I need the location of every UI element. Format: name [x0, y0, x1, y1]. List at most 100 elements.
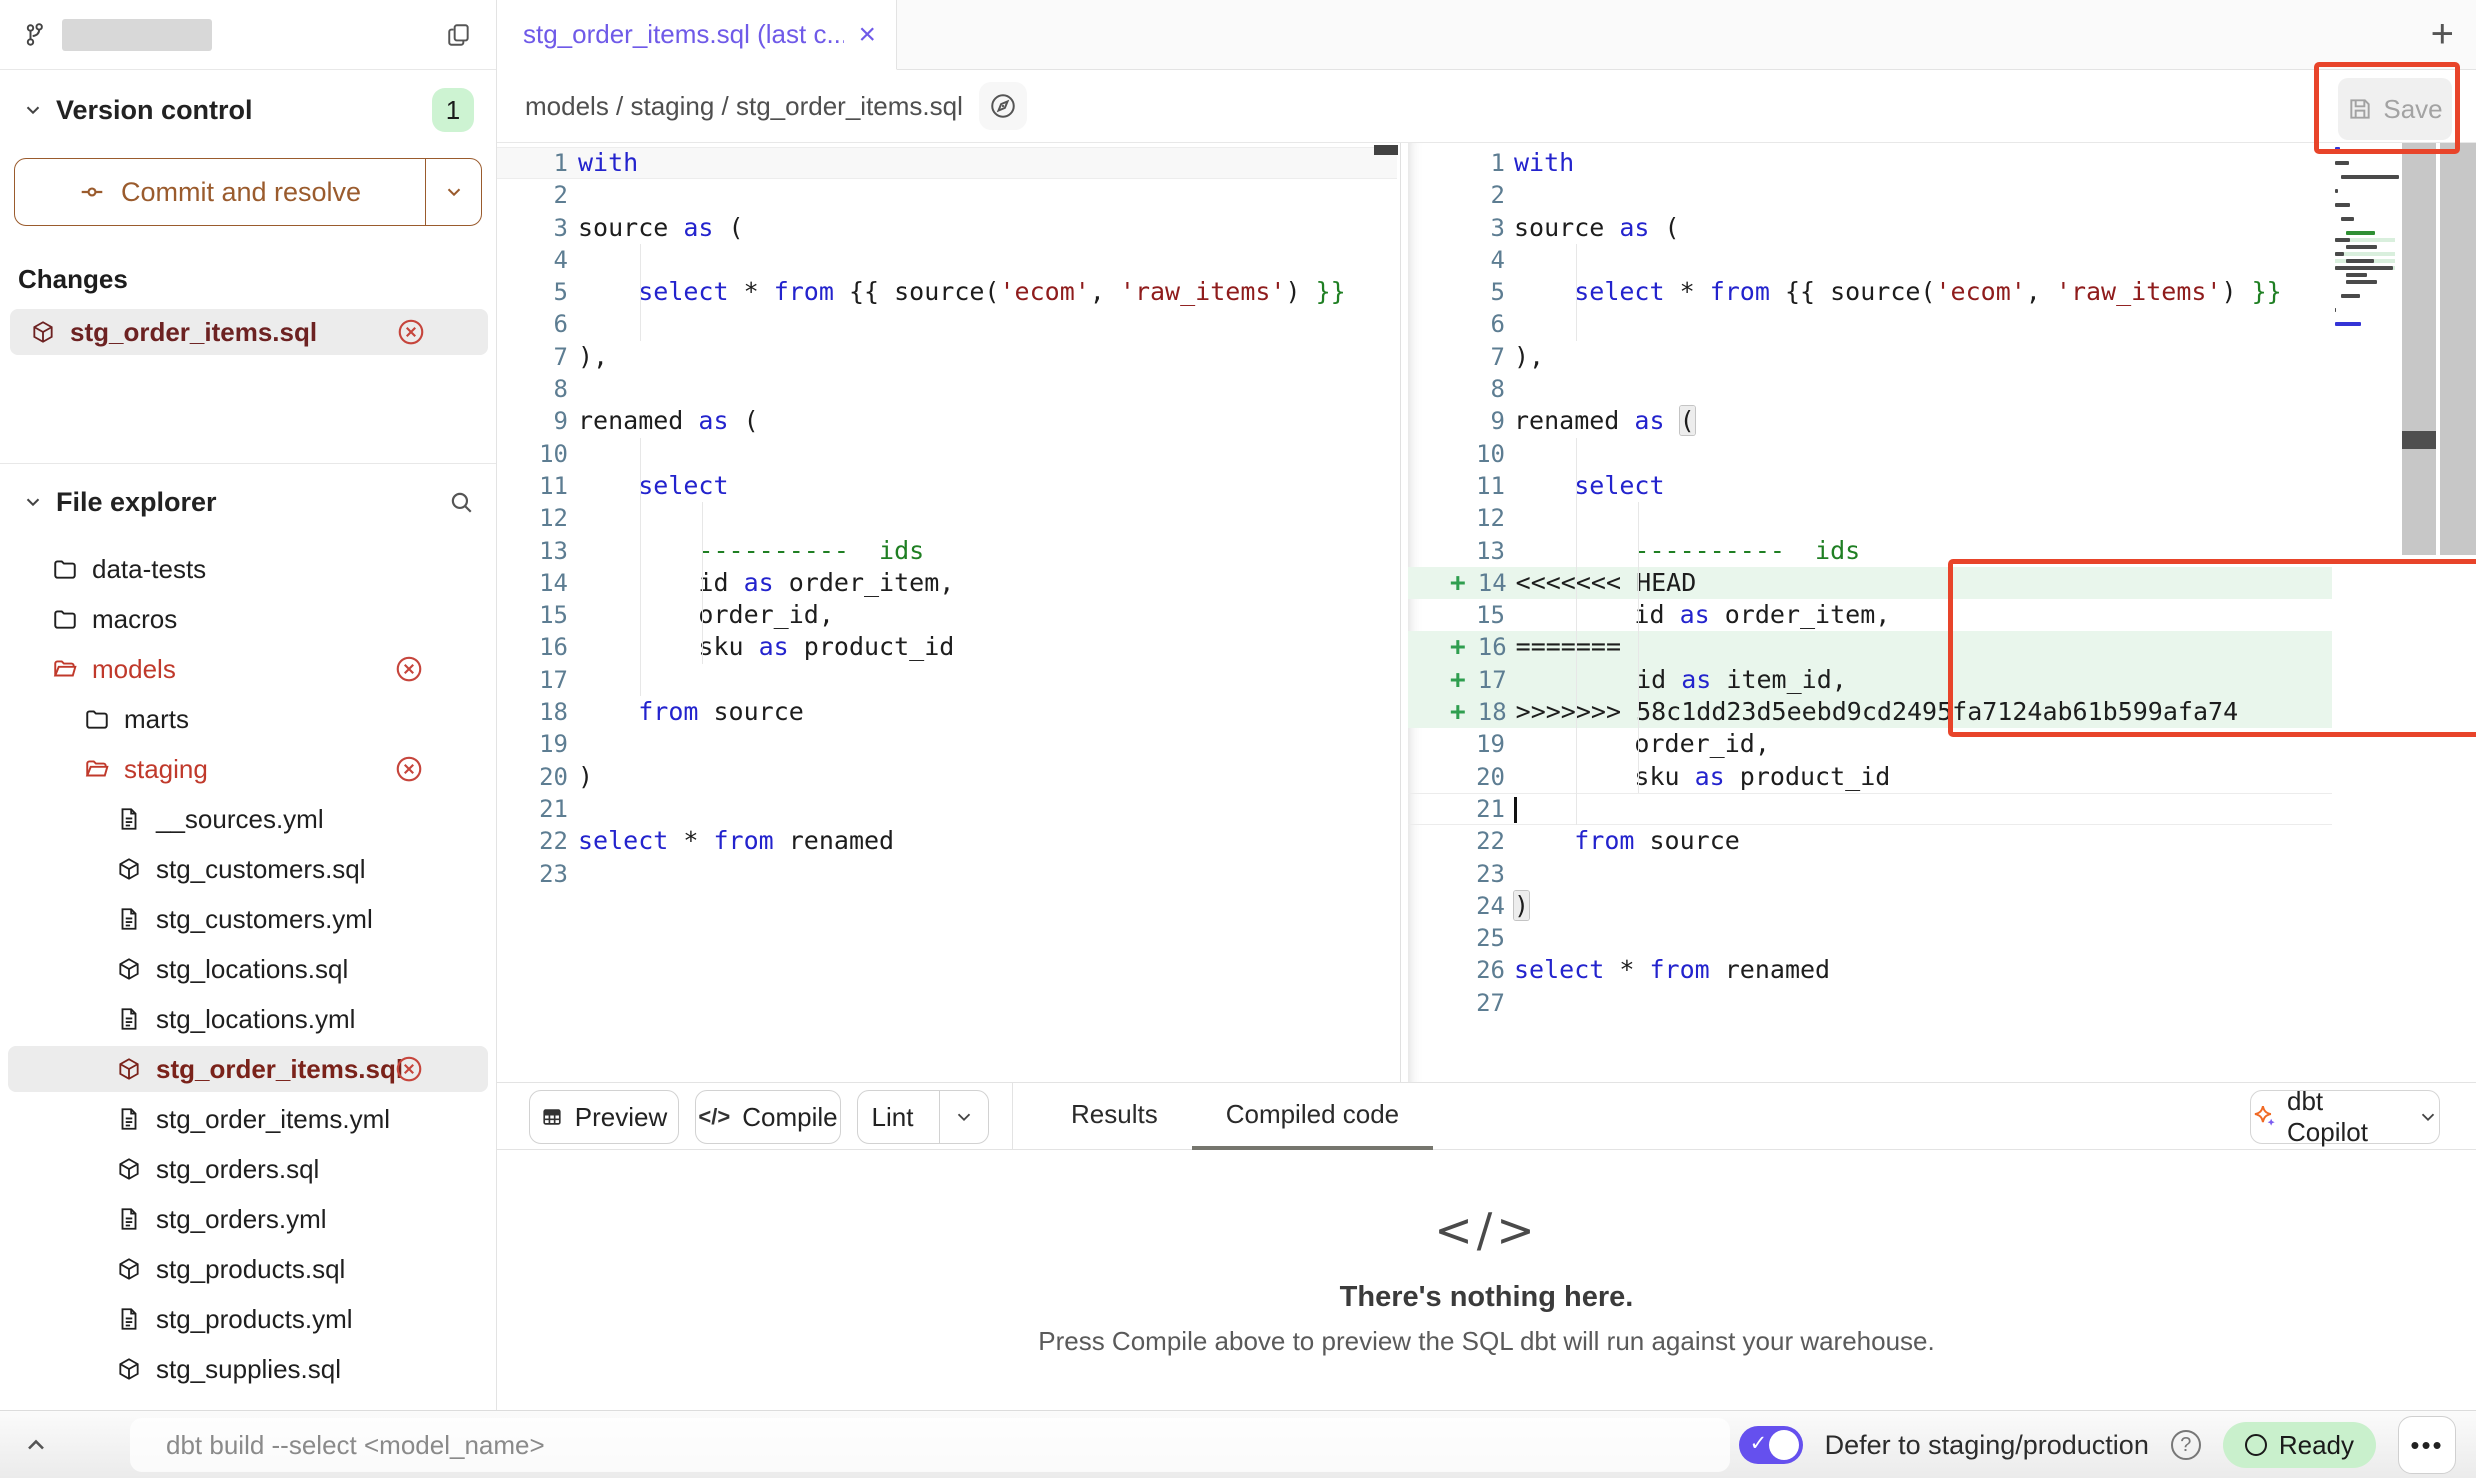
left-pane-scrollbar-handle[interactable]: [1374, 145, 1398, 155]
commit-and-resolve-button[interactable]: Commit and resolve: [14, 158, 482, 226]
tree-item-stg-customers-yml[interactable]: stg_customers.yml: [8, 896, 488, 942]
tree-item-stg-supplies-sql[interactable]: stg_supplies.sql: [8, 1346, 488, 1392]
minimap[interactable]: [2335, 147, 2395, 336]
code-line-18[interactable]: 18 from source: [497, 696, 1397, 728]
lint-options-dropdown[interactable]: [939, 1091, 988, 1143]
status-badge[interactable]: Ready: [2223, 1422, 2376, 1468]
tree-item-data-tests[interactable]: data-tests: [8, 546, 488, 592]
code-line-14[interactable]: 14 id as order_item,: [497, 567, 1397, 599]
branch-name-placeholder[interactable]: [62, 19, 212, 51]
code-line-20[interactable]: 20 sku as product_id: [1408, 761, 2332, 793]
command-input[interactable]: [130, 1418, 1730, 1472]
code-line-10[interactable]: 10: [1408, 438, 2332, 470]
tree-item-models[interactable]: models: [8, 646, 488, 692]
code-line-2[interactable]: 2: [497, 179, 1397, 211]
tree-item-stg-locations-sql[interactable]: stg_locations.sql: [8, 946, 488, 992]
tab-compiled-code[interactable]: Compiled code: [1192, 1083, 1433, 1150]
code-line-3[interactable]: 3source as (: [1408, 212, 2332, 244]
save-button[interactable]: Save: [2338, 78, 2452, 140]
new-tab-button[interactable]: +: [2431, 14, 2454, 54]
code-line-9[interactable]: 9renamed as (: [497, 405, 1397, 437]
code-line-4[interactable]: 4: [1408, 244, 2332, 276]
tree-item-stg-products-yml[interactable]: stg_products.yml: [8, 1296, 488, 1342]
modified-x-icon[interactable]: [394, 754, 424, 784]
code-line-23[interactable]: 23: [1408, 858, 2332, 890]
code-line-6[interactable]: 6: [497, 308, 1397, 340]
modified-x-icon[interactable]: [396, 317, 426, 347]
code-line-19[interactable]: 19: [497, 728, 1397, 760]
code-line-13[interactable]: 13 ---------- ids: [497, 535, 1397, 567]
editor-pane-left[interactable]: 1with23source as (45 select * from {{ so…: [497, 143, 1397, 1082]
code-line-9[interactable]: 9renamed as (: [1408, 405, 2332, 437]
file-explorer-header[interactable]: File explorer: [0, 476, 496, 528]
code-line-22[interactable]: 22select * from renamed: [497, 825, 1397, 857]
code-line-11[interactable]: 11 select: [497, 470, 1397, 502]
editor-pane-right[interactable]: 1with23source as (45 select * from {{ so…: [1408, 143, 2332, 1082]
tree-item-macros[interactable]: macros: [8, 596, 488, 642]
code-line-6[interactable]: 6: [1408, 308, 2332, 340]
dbt-copilot-button[interactable]: dbt Copilot: [2250, 1090, 2440, 1144]
code-line-8[interactable]: 8: [1408, 373, 2332, 405]
code-line-5[interactable]: 5 select * from {{ source('ecom', 'raw_i…: [497, 276, 1397, 308]
code-line-18[interactable]: +18>>>>>>> 58c1dd23d5eebd9cd2495fa7124ab…: [1408, 696, 2332, 728]
code-line-21[interactable]: 21: [1408, 793, 2332, 825]
tree-item-stg-orders-yml[interactable]: stg_orders.yml: [8, 1196, 488, 1242]
changed-file-row[interactable]: stg_order_items.sql: [10, 309, 488, 355]
tree-item-staging[interactable]: staging: [8, 746, 488, 792]
git-branch-icon[interactable]: [24, 22, 50, 48]
tree-item-stg-order-items-sql[interactable]: stg_order_items.sql: [8, 1046, 488, 1092]
tree-item-stg-order-items-yml[interactable]: stg_order_items.yml: [8, 1096, 488, 1142]
code-line-12[interactable]: 12: [497, 502, 1397, 534]
tree-item-stg-products-sql[interactable]: stg_products.sql: [8, 1246, 488, 1292]
lint-button[interactable]: Lint: [857, 1090, 989, 1144]
commit-options-dropdown[interactable]: [425, 159, 481, 225]
search-icon[interactable]: [448, 489, 474, 515]
code-line-1[interactable]: 1with: [1408, 147, 2332, 179]
code-line-12[interactable]: 12: [1408, 502, 2332, 534]
tree-item-marts[interactable]: marts: [8, 696, 488, 742]
tree-item--sources-yml[interactable]: __sources.yml: [8, 796, 488, 842]
editor-scrollbar[interactable]: [2402, 143, 2436, 555]
code-line-4[interactable]: 4: [497, 244, 1397, 276]
code-line-23[interactable]: 23: [497, 858, 1397, 890]
code-line-17[interactable]: 17: [497, 664, 1397, 696]
modified-x-icon[interactable]: [394, 1054, 424, 1084]
editor-scrollbar-handle[interactable]: [2402, 431, 2436, 449]
copy-icon[interactable]: [446, 22, 472, 48]
code-line-25[interactable]: 25: [1408, 922, 2332, 954]
code-line-13[interactable]: 13 ---------- ids: [1408, 535, 2332, 567]
code-line-14[interactable]: +14<<<<<<< HEAD: [1408, 567, 2332, 599]
tab-results[interactable]: Results: [1037, 1083, 1192, 1150]
code-line-10[interactable]: 10: [497, 438, 1397, 470]
window-scrollbar[interactable]: [2440, 143, 2476, 555]
preview-button[interactable]: Preview: [529, 1090, 679, 1144]
code-line-8[interactable]: 8: [497, 373, 1397, 405]
modified-x-icon[interactable]: [394, 654, 424, 684]
code-line-15[interactable]: 15 order_id,: [497, 599, 1397, 631]
code-line-11[interactable]: 11 select: [1408, 470, 2332, 502]
compile-button[interactable]: </> Compile: [695, 1090, 841, 1144]
code-line-5[interactable]: 5 select * from {{ source('ecom', 'raw_i…: [1408, 276, 2332, 308]
code-line-17[interactable]: +17 id as item_id,: [1408, 664, 2332, 696]
code-line-21[interactable]: 21: [497, 793, 1397, 825]
code-line-16[interactable]: 16 sku as product_id: [497, 631, 1397, 663]
code-line-24[interactable]: 24): [1408, 890, 2332, 922]
code-line-20[interactable]: 20): [497, 761, 1397, 793]
overflow-menu-button[interactable]: •••: [2398, 1416, 2456, 1474]
code-line-16[interactable]: +16=======: [1408, 631, 2332, 663]
chevron-up-icon[interactable]: [22, 1431, 50, 1464]
tree-item-stg-customers-sql[interactable]: stg_customers.sql: [8, 846, 488, 892]
code-line-15[interactable]: 15 id as order_item,: [1408, 599, 2332, 631]
code-line-3[interactable]: 3source as (: [497, 212, 1397, 244]
code-line-22[interactable]: 22 from source: [1408, 825, 2332, 857]
code-line-2[interactable]: 2: [1408, 179, 2332, 211]
version-control-header[interactable]: Version control 1: [0, 84, 496, 136]
code-line-26[interactable]: 26select * from renamed: [1408, 954, 2332, 986]
tab-stg-order-items[interactable]: stg_order_items.sql (last c... ×: [497, 0, 897, 70]
lineage-button[interactable]: [979, 82, 1027, 130]
code-line-19[interactable]: 19 order_id,: [1408, 728, 2332, 760]
tree-item-stg-orders-sql[interactable]: stg_orders.sql: [8, 1146, 488, 1192]
close-icon[interactable]: ×: [858, 20, 876, 50]
code-line-27[interactable]: 27: [1408, 987, 2332, 1019]
help-icon[interactable]: ?: [2171, 1430, 2201, 1460]
